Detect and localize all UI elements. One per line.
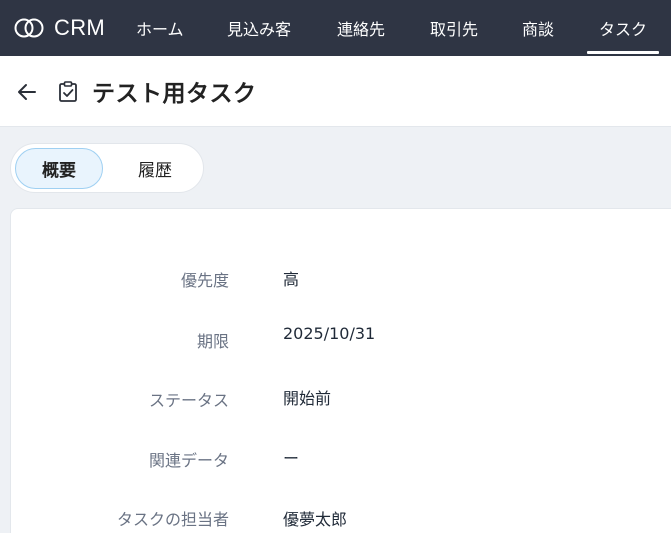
field-label-status: ステータス	[148, 391, 229, 410]
field-value-priority: 高	[283, 270, 300, 289]
infinity-logo-icon	[13, 17, 45, 39]
nav-item-tasks[interactable]: タスク	[587, 0, 659, 56]
tab-label: 概要	[42, 161, 76, 181]
nav-item-label: 商談	[522, 20, 555, 39]
field-label-related-data: 関連データ	[148, 451, 229, 470]
top-navigation-bar: CRM ホーム 見込み客 連絡先 取引先 商談 タスク	[0, 0, 671, 56]
nav-item-label: 連絡先	[337, 20, 386, 39]
nav-item-contacts[interactable]: 連絡先	[337, 0, 385, 56]
nav-item-label: 取引先	[430, 20, 479, 39]
tab-label: 履歴	[138, 161, 172, 181]
field-label-task-owner: タスクの担当者	[116, 510, 229, 529]
nav-item-deals[interactable]: 商談	[522, 0, 554, 56]
detail-tabs: 概要 履歴	[10, 143, 204, 193]
tab-overview[interactable]: 概要	[15, 148, 103, 189]
nav-item-leads[interactable]: 見込み客	[227, 0, 291, 56]
tab-history[interactable]: 履歴	[111, 148, 199, 189]
back-button[interactable]	[13, 78, 41, 106]
task-detail-card	[10, 208, 671, 533]
page-header: テスト用タスク	[0, 56, 671, 127]
nav-item-accounts[interactable]: 取引先	[430, 0, 478, 56]
field-label-priority: 優先度	[180, 271, 229, 290]
field-value-status: 開始前	[283, 389, 332, 408]
task-checklist-icon	[57, 80, 79, 104]
field-value-related-data: ー	[283, 449, 300, 468]
field-value-due-date: 2025/10/31	[283, 324, 376, 343]
page-title: テスト用タスク	[92, 81, 257, 107]
field-label-due-date: 期限	[196, 332, 229, 351]
field-value-task-owner: 優夢太郎	[283, 510, 348, 529]
brand[interactable]: CRM	[13, 0, 105, 56]
nav-item-label: 見込み客	[227, 20, 292, 39]
active-nav-indicator	[587, 51, 659, 54]
arrow-left-icon	[18, 84, 36, 100]
nav-item-home[interactable]: ホーム	[136, 0, 184, 56]
nav-item-label: ホーム	[136, 20, 184, 39]
nav-item-label: タスク	[598, 20, 647, 39]
brand-label: CRM	[54, 15, 106, 40]
